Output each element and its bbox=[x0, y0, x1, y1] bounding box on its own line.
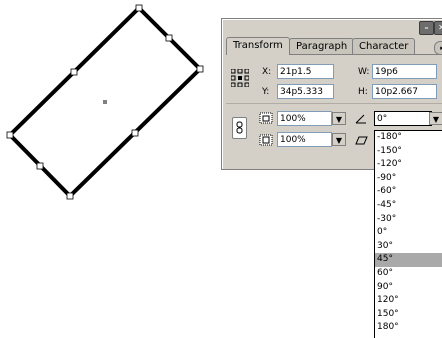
handle-left[interactable] bbox=[6, 131, 14, 139]
rotation-option[interactable]: 150° bbox=[375, 308, 442, 322]
rotation-option[interactable]: -180° bbox=[375, 131, 442, 145]
rotation-option[interactable]: -120° bbox=[375, 158, 442, 172]
y-field[interactable]: 34p5.333 bbox=[277, 84, 334, 99]
constrain-proportions-icon[interactable] bbox=[232, 117, 247, 139]
close-button[interactable]: ✕ bbox=[434, 21, 442, 35]
scale-y-field[interactable]: 100% bbox=[277, 132, 332, 147]
handle-bottom-left[interactable] bbox=[36, 162, 44, 170]
rotation-angle-icon bbox=[355, 114, 366, 124]
rotation-option[interactable]: 45° bbox=[375, 253, 442, 267]
w-label: W: bbox=[358, 67, 370, 77]
tab-paragraph[interactable]: Paragraph bbox=[289, 38, 355, 54]
rotation-dropdown-button[interactable]: ▼ bbox=[429, 112, 442, 125]
rotation-option[interactable]: 120° bbox=[375, 294, 442, 308]
reference-point-icon[interactable] bbox=[231, 69, 249, 87]
rotation-option[interactable]: -30° bbox=[375, 213, 442, 227]
rotation-option[interactable]: -60° bbox=[375, 185, 442, 199]
rotation-option[interactable]: -45° bbox=[375, 199, 442, 213]
rotation-option[interactable]: 60° bbox=[375, 267, 442, 281]
scale-y-dropdown-button[interactable]: ▼ bbox=[332, 133, 346, 146]
handle-top[interactable] bbox=[135, 4, 143, 12]
rotation-option[interactable]: 0° bbox=[375, 226, 442, 240]
h-label: H: bbox=[358, 87, 368, 97]
center-point bbox=[103, 100, 107, 104]
rotation-option[interactable]: 180° bbox=[375, 321, 442, 335]
rotation-option[interactable]: -150° bbox=[375, 145, 442, 159]
handle-bottom[interactable] bbox=[66, 192, 74, 200]
x-field[interactable]: 21p1.5 bbox=[277, 64, 334, 79]
handle-bottom-right[interactable] bbox=[131, 129, 139, 137]
h-field[interactable]: 10p2.667 bbox=[372, 84, 437, 99]
rotation-option[interactable]: 30° bbox=[375, 240, 442, 254]
panel-tabs: Transform Paragraph Character bbox=[226, 37, 442, 55]
handle-top-left[interactable] bbox=[70, 68, 78, 76]
handle-right[interactable] bbox=[196, 65, 204, 73]
shear-angle-icon bbox=[355, 136, 368, 145]
rotation-dropdown-list[interactable]: -180° -150° -120° -90° -60° -45° -30° 0° 30° 45° 6… bbox=[374, 130, 442, 338]
handle-top-right[interactable] bbox=[165, 34, 173, 42]
x-label: X: bbox=[262, 67, 272, 77]
minimize-button[interactable]: – bbox=[419, 21, 434, 35]
section-divider bbox=[226, 103, 442, 104]
y-label: Y: bbox=[262, 87, 270, 97]
rotation-option[interactable]: 90° bbox=[375, 281, 442, 295]
tab-transform[interactable]: Transform bbox=[226, 37, 290, 55]
scale-y-icon bbox=[259, 134, 273, 146]
panel-menu-icon[interactable]: ▸ bbox=[434, 41, 442, 55]
w-field[interactable]: 19p6 bbox=[372, 64, 437, 79]
rotation-option[interactable]: -90° bbox=[375, 172, 442, 186]
scale-x-icon bbox=[259, 112, 273, 124]
scale-x-dropdown-button[interactable]: ▼ bbox=[332, 112, 346, 125]
scale-x-field[interactable]: 100% bbox=[277, 111, 332, 126]
tab-character[interactable]: Character bbox=[352, 38, 416, 54]
rotation-field[interactable]: 0° bbox=[374, 111, 432, 126]
panel-titlebar[interactable]: – ✕ bbox=[222, 19, 442, 35]
selection-handles bbox=[6, 4, 204, 200]
